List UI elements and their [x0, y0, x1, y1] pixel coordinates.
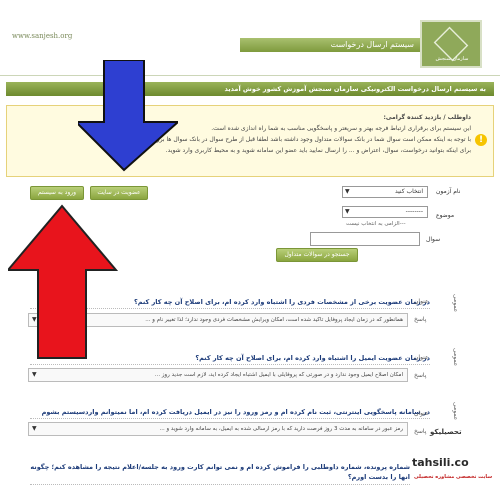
tahsili-watermark: تحصیلیکو tahsili.co سایت تخصصی مشاوره تح…	[404, 422, 498, 488]
dropdown-arrow-icon: ▼	[32, 371, 37, 378]
dropdown-arrow-icon: ▼	[345, 188, 350, 195]
question-label: سوال	[426, 236, 441, 243]
subject-select-value: --------	[405, 208, 423, 215]
red-up-arrow	[8, 204, 118, 359]
subject-hint: ---الزامی به انتخاب نیست	[346, 221, 406, 227]
faq-category: عمومی	[452, 348, 459, 367]
faq-answer-text: رمز عبور در سامانه به مدت 3 روز فرصت دار…	[159, 426, 403, 432]
faq-title-label: عنوان	[414, 354, 429, 361]
faq-answer-label: پاسخ	[414, 372, 427, 379]
subject-select[interactable]: -------- ▼	[342, 206, 428, 218]
faq-category: عمومی	[452, 294, 459, 313]
question-input[interactable]	[310, 232, 420, 246]
faq-search-button[interactable]: جستجو در سوالات متداول	[276, 248, 358, 262]
faq-answer-label: پاسخ	[414, 316, 427, 323]
faq-question[interactable]: شماره پرونده، شماره داوطلبی را فراموش کر…	[30, 462, 410, 485]
faq-answer[interactable]: امکان اصلاح ایمیل وجود ندارد و در صورتی …	[28, 368, 408, 382]
faq-answer[interactable]: رمز عبور در سامانه به مدت 3 روز فرصت دار…	[28, 422, 408, 436]
exam-select[interactable]: انتخاب کنید ▼	[342, 186, 428, 198]
sanjesh-logo: سازمان سنجش	[420, 20, 482, 68]
watermark-logo-text: تحصیلیکو	[430, 428, 462, 436]
dropdown-arrow-icon: ▼	[32, 425, 37, 432]
faq-question[interactable]: در سامانه پاسخگویی اینترنتی، ثبت نام کرد…	[30, 408, 430, 419]
faq-title-label: عنوان	[414, 298, 429, 305]
logo-text: سازمان سنجش	[435, 56, 469, 62]
watermark-subtitle: سایت تخصصی مشاوره تحصیلی	[414, 474, 493, 480]
faq-title-label: عنوان	[414, 410, 429, 417]
exam-label: نام آزمون	[436, 188, 461, 195]
blue-down-arrow	[78, 60, 178, 172]
faq-category: عمومی	[452, 402, 459, 421]
subject-label: موضوع	[436, 212, 455, 219]
dropdown-arrow-icon: ▼	[345, 208, 350, 215]
site-url[interactable]: www.sanjesh.org	[12, 32, 72, 40]
register-button[interactable]: عضویت در سایت	[90, 186, 148, 200]
login-button[interactable]: ورود به سیستم	[30, 186, 84, 200]
system-title: سیستم ارسال درخواست	[240, 38, 420, 52]
warning-icon: !	[475, 134, 487, 146]
site-header: www.sanjesh.org سیستم ارسال درخواست سازم…	[0, 0, 500, 76]
watermark-brand: tahsili.co	[412, 456, 469, 469]
faq-answer-text: امکان اصلاح ایمیل وجود ندارد و در صورتی …	[154, 372, 403, 378]
faq-answer-text: همانطور که در زمان ایجاد پروفایل تاکید ش…	[145, 317, 403, 323]
exam-select-value: انتخاب کنید	[394, 188, 423, 195]
